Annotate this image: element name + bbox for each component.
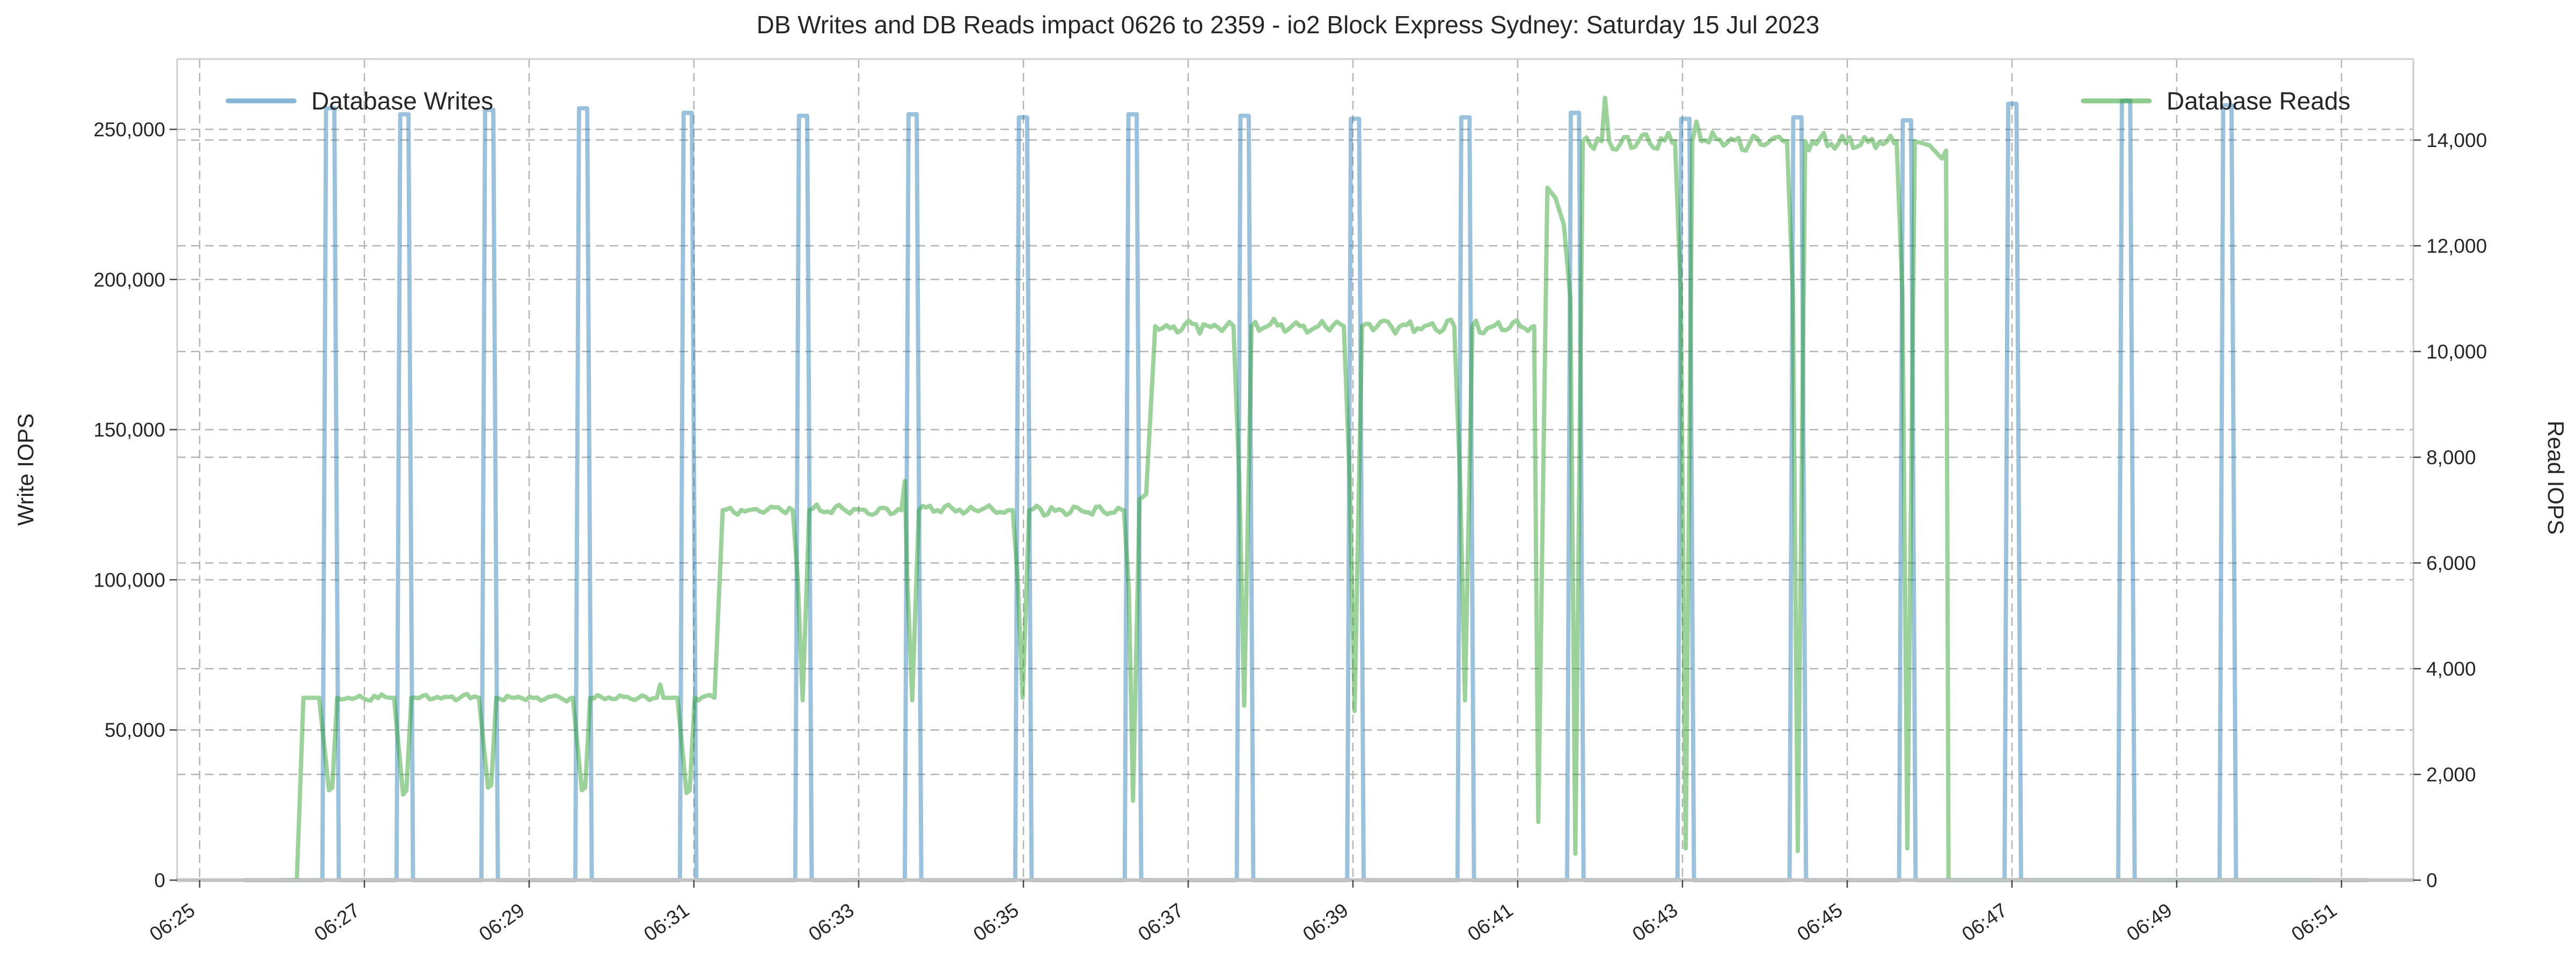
- right-tick-label: 6,000: [2426, 552, 2476, 574]
- writes-line-series: [245, 101, 2366, 880]
- right-tick-label: 8,000: [2426, 447, 2476, 469]
- legend-reads-label: Database Reads: [2167, 87, 2351, 115]
- grid-lines: [177, 59, 2413, 880]
- left-tick-label: 150,000: [93, 419, 165, 441]
- right-tick-label: 14,000: [2426, 129, 2487, 151]
- right-axis-label: Read IOPS: [2543, 421, 2568, 535]
- x-tick-label: 06:45: [1793, 899, 1846, 946]
- x-tick-label: 06:33: [804, 899, 858, 946]
- x-tick-label: 06:29: [475, 899, 528, 946]
- dual-axis-line-chart: DB Writes and DB Reads impact 0626 to 23…: [0, 0, 2576, 966]
- axes-spines: [176, 59, 2414, 880]
- left-tick-label: 100,000: [93, 569, 165, 591]
- x-tick-label: 06:31: [640, 899, 693, 946]
- x-tick-label: 06:41: [1463, 899, 1517, 946]
- x-tick-label: 06:39: [1299, 899, 1352, 946]
- x-tick-label: 06:27: [310, 899, 363, 946]
- x-tick-label: 06:25: [145, 899, 199, 946]
- x-tick-label: 06:43: [1628, 899, 1681, 946]
- right-tick-label: 10,000: [2426, 341, 2487, 363]
- legend-writes: Database Writes: [228, 87, 493, 115]
- right-tick-label: 0: [2426, 869, 2438, 891]
- x-tick-label: 06:47: [1958, 899, 2011, 946]
- left-tick-label: 200,000: [93, 269, 165, 291]
- chart-figure: DB Writes and DB Reads impact 0626 to 23…: [0, 0, 2576, 966]
- x-tick-label: 06:37: [1134, 899, 1187, 946]
- chart-title: DB Writes and DB Reads impact 0626 to 23…: [757, 11, 1820, 39]
- left-tick-label: 250,000: [93, 119, 165, 141]
- right-tick-label: 12,000: [2426, 235, 2487, 257]
- axis-ticks-and-labels: 06:25 06:27 06:29 06:31 06:33 06:35 06:37 06:39…: [93, 119, 2487, 946]
- x-tick-label: 06:49: [2123, 899, 2176, 946]
- x-tick-label: 06:35: [969, 899, 1022, 946]
- x-tick-label: 06:51: [2287, 899, 2340, 946]
- right-tick-label: 4,000: [2426, 658, 2476, 680]
- right-tick-label: 2,000: [2426, 764, 2476, 786]
- left-tick-label: 0: [154, 869, 165, 891]
- left-axis-label: Write IOPS: [13, 413, 38, 525]
- data-series: [245, 98, 2366, 880]
- left-tick-label: 50,000: [105, 719, 165, 741]
- legend-writes-label: Database Writes: [311, 87, 493, 115]
